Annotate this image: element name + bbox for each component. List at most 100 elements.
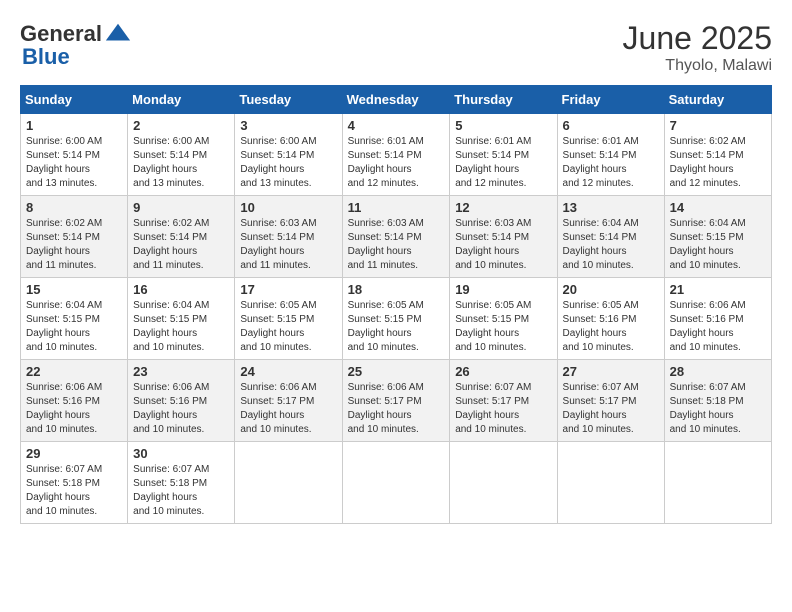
day-header-friday: Friday [557, 86, 664, 114]
day-info: Sunrise: 6:07 AM Sunset: 5:17 PM Dayligh… [563, 381, 659, 437]
day-info: Sunrise: 6:05 AM Sunset: 5:15 PM Dayligh… [240, 299, 336, 355]
calendar-cell: 11 Sunrise: 6:03 AM Sunset: 5:14 PM Dayl… [342, 196, 450, 278]
calendar-cell [450, 442, 557, 524]
calendar-cell: 9 Sunrise: 6:02 AM Sunset: 5:14 PM Dayli… [128, 196, 235, 278]
calendar-cell: 25 Sunrise: 6:06 AM Sunset: 5:17 PM Dayl… [342, 360, 450, 442]
calendar-cell: 15 Sunrise: 6:04 AM Sunset: 5:15 PM Dayl… [21, 278, 128, 360]
day-number: 9 [133, 200, 229, 215]
day-info: Sunrise: 6:04 AM Sunset: 5:14 PM Dayligh… [563, 217, 659, 273]
calendar-cell: 24 Sunrise: 6:06 AM Sunset: 5:17 PM Dayl… [235, 360, 342, 442]
calendar-cell: 20 Sunrise: 6:05 AM Sunset: 5:16 PM Dayl… [557, 278, 664, 360]
calendar-week-row: 15 Sunrise: 6:04 AM Sunset: 5:15 PM Dayl… [21, 278, 772, 360]
day-header-thursday: Thursday [450, 86, 557, 114]
day-number: 12 [455, 200, 551, 215]
logo-blue-text: Blue [22, 44, 70, 69]
calendar-cell: 21 Sunrise: 6:06 AM Sunset: 5:16 PM Dayl… [664, 278, 771, 360]
day-info: Sunrise: 6:02 AM Sunset: 5:14 PM Dayligh… [133, 217, 229, 273]
calendar-cell: 22 Sunrise: 6:06 AM Sunset: 5:16 PM Dayl… [21, 360, 128, 442]
location-subtitle: Thyolo, Malawi [623, 57, 772, 75]
day-info: Sunrise: 6:02 AM Sunset: 5:14 PM Dayligh… [26, 217, 122, 273]
day-info: Sunrise: 6:05 AM Sunset: 5:16 PM Dayligh… [563, 299, 659, 355]
day-header-monday: Monday [128, 86, 235, 114]
logo: General Blue [20, 20, 132, 70]
logo-icon [104, 20, 132, 48]
day-number: 11 [348, 200, 445, 215]
calendar-cell: 3 Sunrise: 6:00 AM Sunset: 5:14 PM Dayli… [235, 114, 342, 196]
day-info: Sunrise: 6:00 AM Sunset: 5:14 PM Dayligh… [26, 135, 122, 191]
day-number: 16 [133, 282, 229, 297]
month-year-title: June 2025 [623, 20, 772, 57]
calendar-cell: 19 Sunrise: 6:05 AM Sunset: 5:15 PM Dayl… [450, 278, 557, 360]
calendar-cell [557, 442, 664, 524]
day-number: 4 [348, 118, 445, 133]
calendar-cell: 2 Sunrise: 6:00 AM Sunset: 5:14 PM Dayli… [128, 114, 235, 196]
day-info: Sunrise: 6:01 AM Sunset: 5:14 PM Dayligh… [563, 135, 659, 191]
day-number: 22 [26, 364, 122, 379]
day-info: Sunrise: 6:04 AM Sunset: 5:15 PM Dayligh… [133, 299, 229, 355]
calendar-cell [664, 442, 771, 524]
day-info: Sunrise: 6:07 AM Sunset: 5:18 PM Dayligh… [26, 463, 122, 519]
day-number: 3 [240, 118, 336, 133]
day-number: 7 [670, 118, 766, 133]
day-info: Sunrise: 6:07 AM Sunset: 5:18 PM Dayligh… [670, 381, 766, 437]
day-number: 23 [133, 364, 229, 379]
day-info: Sunrise: 6:03 AM Sunset: 5:14 PM Dayligh… [348, 217, 445, 273]
day-info: Sunrise: 6:06 AM Sunset: 5:16 PM Dayligh… [133, 381, 229, 437]
day-info: Sunrise: 6:06 AM Sunset: 5:16 PM Dayligh… [26, 381, 122, 437]
day-number: 8 [26, 200, 122, 215]
calendar-cell: 8 Sunrise: 6:02 AM Sunset: 5:14 PM Dayli… [21, 196, 128, 278]
calendar-cell: 27 Sunrise: 6:07 AM Sunset: 5:17 PM Dayl… [557, 360, 664, 442]
day-number: 29 [26, 446, 122, 461]
calendar-cell: 12 Sunrise: 6:03 AM Sunset: 5:14 PM Dayl… [450, 196, 557, 278]
calendar-cell: 14 Sunrise: 6:04 AM Sunset: 5:15 PM Dayl… [664, 196, 771, 278]
day-info: Sunrise: 6:05 AM Sunset: 5:15 PM Dayligh… [455, 299, 551, 355]
day-info: Sunrise: 6:06 AM Sunset: 5:17 PM Dayligh… [240, 381, 336, 437]
day-header-tuesday: Tuesday [235, 86, 342, 114]
day-number: 21 [670, 282, 766, 297]
calendar-cell [235, 442, 342, 524]
calendar-week-row: 22 Sunrise: 6:06 AM Sunset: 5:16 PM Dayl… [21, 360, 772, 442]
day-info: Sunrise: 6:07 AM Sunset: 5:17 PM Dayligh… [455, 381, 551, 437]
day-info: Sunrise: 6:05 AM Sunset: 5:15 PM Dayligh… [348, 299, 445, 355]
calendar-cell: 6 Sunrise: 6:01 AM Sunset: 5:14 PM Dayli… [557, 114, 664, 196]
day-info: Sunrise: 6:00 AM Sunset: 5:14 PM Dayligh… [240, 135, 336, 191]
day-number: 18 [348, 282, 445, 297]
day-header-wednesday: Wednesday [342, 86, 450, 114]
day-info: Sunrise: 6:03 AM Sunset: 5:14 PM Dayligh… [455, 217, 551, 273]
day-info: Sunrise: 6:06 AM Sunset: 5:16 PM Dayligh… [670, 299, 766, 355]
day-number: 5 [455, 118, 551, 133]
day-number: 28 [670, 364, 766, 379]
page-header: General Blue June 2025 Thyolo, Malawi [20, 20, 772, 75]
day-number: 10 [240, 200, 336, 215]
day-number: 20 [563, 282, 659, 297]
day-number: 19 [455, 282, 551, 297]
calendar-cell: 26 Sunrise: 6:07 AM Sunset: 5:17 PM Dayl… [450, 360, 557, 442]
day-number: 24 [240, 364, 336, 379]
day-number: 1 [26, 118, 122, 133]
day-info: Sunrise: 6:06 AM Sunset: 5:17 PM Dayligh… [348, 381, 445, 437]
calendar-week-row: 8 Sunrise: 6:02 AM Sunset: 5:14 PM Dayli… [21, 196, 772, 278]
calendar-table: SundayMondayTuesdayWednesdayThursdayFrid… [20, 85, 772, 524]
calendar-cell: 16 Sunrise: 6:04 AM Sunset: 5:15 PM Dayl… [128, 278, 235, 360]
calendar-cell: 5 Sunrise: 6:01 AM Sunset: 5:14 PM Dayli… [450, 114, 557, 196]
day-number: 30 [133, 446, 229, 461]
day-info: Sunrise: 6:00 AM Sunset: 5:14 PM Dayligh… [133, 135, 229, 191]
day-number: 26 [455, 364, 551, 379]
day-info: Sunrise: 6:03 AM Sunset: 5:14 PM Dayligh… [240, 217, 336, 273]
calendar-week-row: 1 Sunrise: 6:00 AM Sunset: 5:14 PM Dayli… [21, 114, 772, 196]
day-info: Sunrise: 6:04 AM Sunset: 5:15 PM Dayligh… [26, 299, 122, 355]
calendar-cell: 7 Sunrise: 6:02 AM Sunset: 5:14 PM Dayli… [664, 114, 771, 196]
day-info: Sunrise: 6:07 AM Sunset: 5:18 PM Dayligh… [133, 463, 229, 519]
day-number: 27 [563, 364, 659, 379]
calendar-week-row: 29 Sunrise: 6:07 AM Sunset: 5:18 PM Dayl… [21, 442, 772, 524]
title-block: June 2025 Thyolo, Malawi [623, 20, 772, 75]
calendar-cell: 13 Sunrise: 6:04 AM Sunset: 5:14 PM Dayl… [557, 196, 664, 278]
day-number: 13 [563, 200, 659, 215]
calendar-cell: 29 Sunrise: 6:07 AM Sunset: 5:18 PM Dayl… [21, 442, 128, 524]
calendar-cell: 30 Sunrise: 6:07 AM Sunset: 5:18 PM Dayl… [128, 442, 235, 524]
day-info: Sunrise: 6:04 AM Sunset: 5:15 PM Dayligh… [670, 217, 766, 273]
day-number: 25 [348, 364, 445, 379]
calendar-cell: 4 Sunrise: 6:01 AM Sunset: 5:14 PM Dayli… [342, 114, 450, 196]
day-info: Sunrise: 6:02 AM Sunset: 5:14 PM Dayligh… [670, 135, 766, 191]
calendar-cell: 23 Sunrise: 6:06 AM Sunset: 5:16 PM Dayl… [128, 360, 235, 442]
